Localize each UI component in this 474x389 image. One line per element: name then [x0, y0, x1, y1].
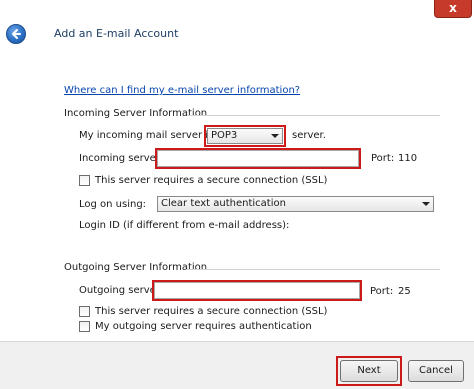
chevron-down-icon — [422, 202, 430, 206]
incoming-server-highlight — [155, 148, 361, 169]
outgoing-group-divider — [186, 269, 440, 270]
incoming-ssl-label: This server requires a secure connection… — [95, 175, 328, 186]
outgoing-server-label: Outgoing server: — [79, 285, 164, 296]
back-arrow-icon — [12, 29, 21, 39]
cancel-button[interactable]: Cancel — [408, 360, 464, 382]
outgoing-group-label: Outgoing Server Information — [64, 262, 208, 273]
incoming-port-value[interactable]: 110 — [398, 153, 417, 164]
next-button-highlight — [336, 356, 402, 386]
incoming-group-label: Incoming Server Information — [64, 108, 208, 119]
logon-method-select[interactable]: Clear text authentication — [157, 196, 434, 212]
incoming-ssl-checkbox[interactable] — [79, 175, 90, 186]
footer — [0, 342, 474, 389]
outgoing-port-value[interactable]: 25 — [398, 286, 411, 297]
incoming-group-divider — [188, 115, 440, 116]
close-icon: x — [449, 1, 457, 15]
outgoing-ssl-checkbox[interactable] — [79, 306, 90, 317]
incoming-port-label: Port: — [371, 153, 395, 164]
outgoing-ssl-label: This server requires a secure connection… — [95, 306, 328, 317]
logon-label: Log on using: — [79, 199, 147, 210]
incoming-type-suffix: server. — [292, 130, 326, 141]
outgoing-auth-checkbox[interactable] — [79, 321, 90, 332]
outgoing-port-label: Port: — [370, 286, 394, 297]
server-info-help-link[interactable]: Where can I find my e-mail server inform… — [64, 85, 300, 96]
incoming-server-label: Incoming server: — [79, 153, 164, 164]
incoming-type-prefix: My incoming mail server is a — [79, 130, 223, 141]
back-button[interactable] — [6, 24, 26, 44]
login-id-label: Login ID (if different from e-mail addre… — [79, 220, 290, 231]
outgoing-server-highlight — [152, 280, 362, 301]
incoming-type-highlight — [204, 125, 286, 147]
dialog-title: Add an E-mail Account — [54, 27, 179, 40]
logon-method-value: Clear text authentication — [161, 198, 286, 209]
close-button[interactable]: x — [434, 0, 472, 18]
outgoing-auth-label: My outgoing server requires authenticati… — [95, 321, 312, 332]
